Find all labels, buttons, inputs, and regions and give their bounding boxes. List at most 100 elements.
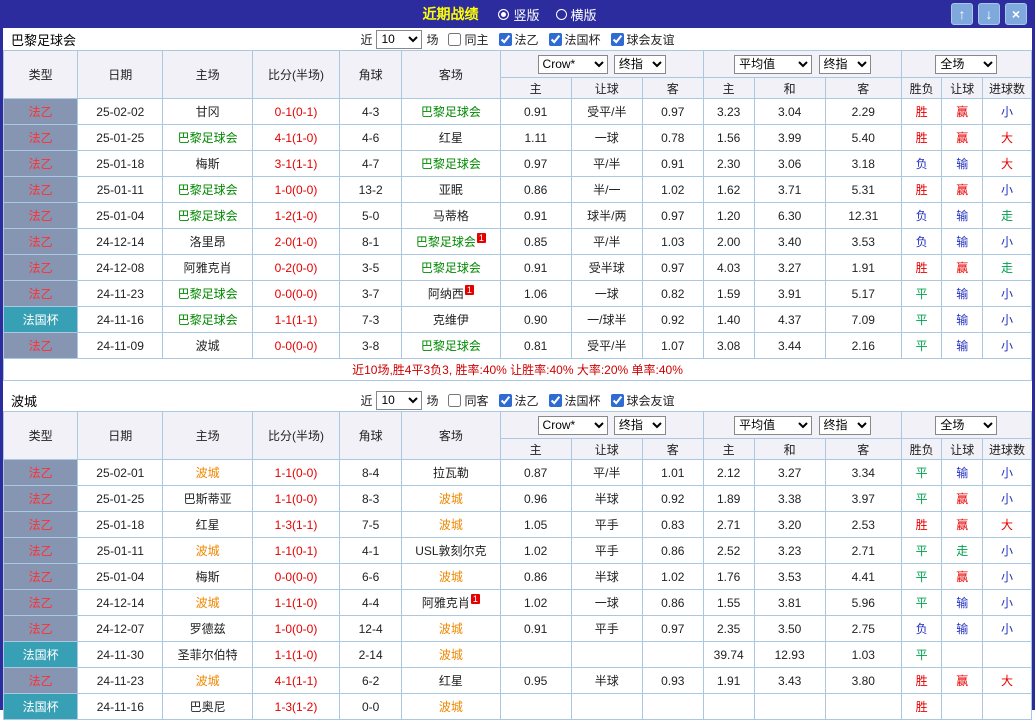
friendly-checkbox[interactable]: 球会友谊 (611, 392, 675, 409)
away-team-name[interactable]: 克维伊 (433, 313, 469, 327)
result-cell: 胜 (901, 177, 942, 203)
match-date: 24-12-07 (78, 616, 163, 642)
home-team-name[interactable]: 波城 (196, 466, 220, 480)
layout-radio-vertical[interactable]: 竖版 (498, 5, 539, 24)
result-cell: 平 (901, 538, 942, 564)
away-team-name[interactable]: 波城 (439, 700, 463, 714)
away-team-name[interactable]: USL敦刻尔克 (415, 544, 486, 558)
average-source-select[interactable]: 平均值 (734, 55, 812, 74)
titlebar: 近期战绩 竖版 横版 ↑ ↓ × (3, 0, 1032, 28)
scope-select[interactable]: 全场 (935, 55, 997, 74)
same-home-checkbox[interactable]: 同主 (448, 31, 488, 48)
scope-select[interactable]: 全场 (935, 416, 997, 435)
subheader-avg-away: 客 (825, 78, 901, 99)
home-team-name[interactable]: 巴黎足球会 (178, 287, 238, 301)
home-team-name[interactable]: 波城 (196, 674, 220, 688)
home-team-name[interactable]: 波城 (196, 596, 220, 610)
same-home-checkbox-input[interactable] (448, 33, 461, 46)
away-team-name[interactable]: 波城 (439, 648, 463, 662)
panel-title: 近期战绩 (422, 4, 478, 24)
cup-checkbox[interactable]: 法国杯 (549, 392, 601, 409)
away-team-name[interactable]: 巴黎足球会 (416, 235, 476, 249)
goals-result-cell: 小 (983, 486, 1032, 512)
arrow-down-icon[interactable]: ↓ (978, 3, 1000, 25)
average-kind-select[interactable]: 终指 (819, 416, 871, 435)
home-team-name[interactable]: 梅斯 (196, 570, 220, 584)
away-team-name[interactable]: 红星 (439, 674, 463, 688)
away-team-name[interactable]: 波城 (439, 570, 463, 584)
same-away-checkbox-input[interactable] (448, 394, 461, 407)
away-team-name[interactable]: 阿纳西 (428, 287, 464, 301)
away-team-name[interactable]: 波城 (439, 492, 463, 506)
friendly-checkbox-input[interactable] (611, 33, 624, 46)
layout-radio-horizontal[interactable]: 横版 (556, 5, 597, 24)
odds-kind-select[interactable]: 终指 (614, 416, 666, 435)
corners-cell: 8-1 (340, 229, 402, 255)
average-kind-select[interactable]: 终指 (819, 55, 871, 74)
away-team-name[interactable]: 波城 (439, 518, 463, 532)
result-cell: 平 (901, 281, 942, 307)
odds-kind-select[interactable]: 终指 (614, 55, 666, 74)
league2-checkbox[interactable]: 法乙 (499, 31, 539, 48)
match-count-select[interactable]: 10 (376, 30, 422, 49)
away-team-cell: USL敦刻尔克 (402, 538, 501, 564)
avg-away-cell (825, 694, 901, 720)
away-team-name[interactable]: 巴黎足球会 (421, 339, 481, 353)
team-section-pau: 波城 近 10 场 同客 法乙 法国杯 球会 (3, 389, 1032, 720)
friendly-checkbox[interactable]: 球会友谊 (611, 31, 675, 48)
away-team-name[interactable]: 马蒂格 (433, 209, 469, 223)
away-team-name[interactable]: 阿雅克肖 (422, 596, 470, 610)
away-team-name[interactable]: 巴黎足球会 (421, 105, 481, 119)
avg-away-cell: 3.34 (825, 460, 901, 486)
match-row: 法乙24-12-14洛里昂2-0(1-0)8-1巴黎足球会10.85平/半1.0… (4, 229, 1032, 255)
home-team-name[interactable]: 巴斯蒂亚 (184, 492, 232, 506)
league-badge: 法国杯 (4, 642, 78, 668)
cup-checkbox[interactable]: 法国杯 (549, 31, 601, 48)
home-team-name[interactable]: 阿雅克肖 (184, 261, 232, 275)
home-team-name[interactable]: 罗德兹 (190, 622, 226, 636)
away-team-name[interactable]: 巴黎足球会 (421, 157, 481, 171)
home-team-name[interactable]: 梅斯 (196, 157, 220, 171)
filter-controls: 近 10 场 同客 法乙 法国杯 球会友谊 (360, 391, 674, 410)
corners-cell: 13-2 (340, 177, 402, 203)
home-odds-cell: 0.91 (500, 616, 571, 642)
home-team-name[interactable]: 巴黎足球会 (178, 131, 238, 145)
league2-checkbox-input[interactable] (499, 394, 512, 407)
away-team-name[interactable]: 拉瓦勒 (433, 466, 469, 480)
away-team-name[interactable]: 巴黎足球会 (421, 261, 481, 275)
home-team-name[interactable]: 圣菲尔伯特 (178, 648, 238, 662)
home-team-name[interactable]: 波城 (196, 339, 220, 353)
match-date: 24-11-23 (78, 668, 163, 694)
home-team-name[interactable]: 巴黎足球会 (178, 183, 238, 197)
league2-checkbox-input[interactable] (499, 33, 512, 46)
away-team-cell: 波城 (402, 486, 501, 512)
average-source-select[interactable]: 平均值 (734, 416, 812, 435)
home-team-name[interactable]: 巴黎足球会 (178, 209, 238, 223)
close-icon[interactable]: × (1005, 3, 1027, 25)
arrow-up-icon[interactable]: ↑ (951, 3, 973, 25)
home-team-name[interactable]: 甘冈 (196, 105, 220, 119)
cup-checkbox-input[interactable] (549, 33, 562, 46)
subheader-goals-result: 进球数 (983, 78, 1032, 99)
odds-source-select[interactable]: Crow* (538, 416, 608, 435)
home-team-name[interactable]: 波城 (196, 544, 220, 558)
goals-result-cell: 小 (983, 307, 1032, 333)
goals-result-cell: 小 (983, 460, 1032, 486)
away-team-name[interactable]: 亚眠 (439, 183, 463, 197)
league2-checkbox[interactable]: 法乙 (499, 392, 539, 409)
home-team-name[interactable]: 洛里昂 (190, 235, 226, 249)
away-odds-cell: 0.97 (642, 99, 703, 125)
home-team-name[interactable]: 红星 (196, 518, 220, 532)
cup-checkbox-input[interactable] (549, 394, 562, 407)
match-count-select[interactable]: 10 (376, 391, 422, 410)
home-odds-cell: 0.91 (500, 99, 571, 125)
away-team-name[interactable]: 波城 (439, 622, 463, 636)
same-away-checkbox[interactable]: 同客 (448, 392, 488, 409)
away-team-name[interactable]: 红星 (439, 131, 463, 145)
friendly-checkbox-input[interactable] (611, 394, 624, 407)
league2-label: 法乙 (515, 392, 539, 409)
league-badge: 法乙 (4, 125, 78, 151)
home-team-name[interactable]: 巴黎足球会 (178, 313, 238, 327)
home-team-name[interactable]: 巴奥尼 (190, 700, 226, 714)
odds-source-select[interactable]: Crow* (538, 55, 608, 74)
